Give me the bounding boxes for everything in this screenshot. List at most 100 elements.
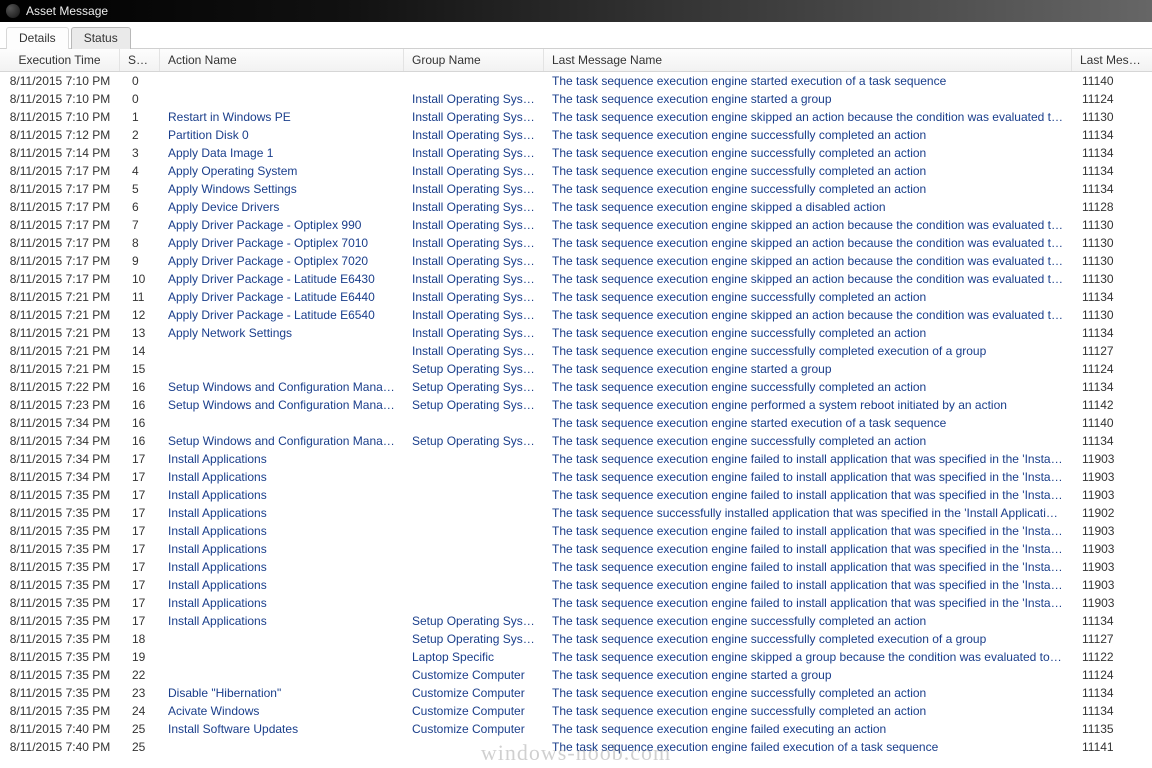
cell-last-message-id: 11134 (1072, 432, 1152, 450)
table-row[interactable]: 8/11/2015 7:35 PM23Disable "Hibernation"… (0, 684, 1152, 702)
cell-group-name: Install Operating System (404, 108, 544, 126)
table-row[interactable]: 8/11/2015 7:35 PM17Install ApplicationsT… (0, 540, 1152, 558)
table-row[interactable]: 8/11/2015 7:34 PM16Setup Windows and Con… (0, 432, 1152, 450)
table-row[interactable]: 8/11/2015 7:21 PM12Apply Driver Package … (0, 306, 1152, 324)
cell-execution-time: 8/11/2015 7:22 PM (0, 378, 120, 396)
cell-action-name: Acivate Windows (160, 702, 404, 720)
table-row[interactable]: 8/11/2015 7:14 PM3Apply Data Image 1Inst… (0, 144, 1152, 162)
table-row[interactable]: 8/11/2015 7:10 PM0Install Operating Syst… (0, 90, 1152, 108)
cell-execution-time: 8/11/2015 7:10 PM (0, 90, 120, 108)
cell-execution-time: 8/11/2015 7:35 PM (0, 486, 120, 504)
col-header-last-message-id[interactable]: Last Message ID (1072, 49, 1152, 71)
table-row[interactable]: 8/11/2015 7:17 PM8Apply Driver Package -… (0, 234, 1152, 252)
table-row[interactable]: 8/11/2015 7:21 PM14Install Operating Sys… (0, 342, 1152, 360)
table-row[interactable]: 8/11/2015 7:21 PM11Apply Driver Package … (0, 288, 1152, 306)
cell-group-name: Customize Computer (404, 720, 544, 738)
cell-last-message-id: 11134 (1072, 180, 1152, 198)
table-row[interactable]: 8/11/2015 7:35 PM17Install ApplicationsT… (0, 558, 1152, 576)
table-row[interactable]: 8/11/2015 7:34 PM17Install ApplicationsT… (0, 450, 1152, 468)
col-header-execution-time[interactable]: Execution Time (0, 49, 120, 71)
cell-last-message-id: 11142 (1072, 396, 1152, 414)
cell-action-name: Setup Windows and Configuration Manager (160, 432, 404, 450)
cell-last-message: The task sequence execution engine faile… (544, 486, 1072, 504)
cell-last-message: The task sequence execution engine skipp… (544, 108, 1072, 126)
cell-action-name: Disable "Hibernation" (160, 684, 404, 702)
cell-step: 17 (120, 576, 160, 594)
grid-body[interactable]: 8/11/2015 7:10 PM0The task sequence exec… (0, 72, 1152, 756)
table-row[interactable]: 8/11/2015 7:17 PM7Apply Driver Package -… (0, 216, 1152, 234)
table-row[interactable]: 8/11/2015 7:35 PM22Customize ComputerThe… (0, 666, 1152, 684)
cell-last-message-id: 11130 (1072, 306, 1152, 324)
cell-step: 17 (120, 504, 160, 522)
cell-group-name: Laptop Specific (404, 648, 544, 666)
cell-group-name: Setup Operating System (404, 612, 544, 630)
table-row[interactable]: 8/11/2015 7:35 PM17Install ApplicationsS… (0, 612, 1152, 630)
cell-step: 13 (120, 324, 160, 342)
cell-step: 16 (120, 378, 160, 396)
table-row[interactable]: 8/11/2015 7:22 PM16Setup Windows and Con… (0, 378, 1152, 396)
cell-execution-time: 8/11/2015 7:21 PM (0, 360, 120, 378)
cell-execution-time: 8/11/2015 7:35 PM (0, 558, 120, 576)
table-row[interactable]: 8/11/2015 7:17 PM6Apply Device DriversIn… (0, 198, 1152, 216)
col-header-group-name[interactable]: Group Name (404, 49, 544, 71)
cell-group-name: Install Operating System (404, 270, 544, 288)
cell-last-message-id: 11134 (1072, 144, 1152, 162)
cell-last-message: The task sequence execution engine faile… (544, 450, 1072, 468)
cell-action-name: Install Applications (160, 594, 404, 612)
table-row[interactable]: 8/11/2015 7:40 PM25Install Software Upda… (0, 720, 1152, 738)
cell-action-name: Install Applications (160, 468, 404, 486)
cell-action-name: Apply Driver Package - Optiplex 990 (160, 216, 404, 234)
table-row[interactable]: 8/11/2015 7:35 PM19Laptop SpecificThe ta… (0, 648, 1152, 666)
cell-group-name: Setup Operating System (404, 432, 544, 450)
table-row[interactable]: 8/11/2015 7:34 PM17Install ApplicationsT… (0, 468, 1152, 486)
table-row[interactable]: 8/11/2015 7:35 PM17Install ApplicationsT… (0, 486, 1152, 504)
cell-step: 1 (120, 108, 160, 126)
cell-last-message: The task sequence execution engine succe… (544, 684, 1072, 702)
table-row[interactable]: 8/11/2015 7:10 PM0The task sequence exec… (0, 72, 1152, 90)
table-row[interactable]: 8/11/2015 7:23 PM16Setup Windows and Con… (0, 396, 1152, 414)
table-row[interactable]: 8/11/2015 7:35 PM24Acivate WindowsCustom… (0, 702, 1152, 720)
table-row[interactable]: 8/11/2015 7:35 PM18Setup Operating Syste… (0, 630, 1152, 648)
table-row[interactable]: 8/11/2015 7:12 PM2Partition Disk 0Instal… (0, 126, 1152, 144)
tab-details[interactable]: Details (6, 27, 69, 49)
cell-last-message: The task sequence execution engine succe… (544, 126, 1072, 144)
cell-execution-time: 8/11/2015 7:23 PM (0, 396, 120, 414)
cell-group-name (404, 486, 544, 504)
table-row[interactable]: 8/11/2015 7:17 PM10Apply Driver Package … (0, 270, 1152, 288)
cell-action-name: Apply Driver Package - Latitude E6540 (160, 306, 404, 324)
cell-execution-time: 8/11/2015 7:35 PM (0, 594, 120, 612)
cell-last-message-id: 11903 (1072, 558, 1152, 576)
cell-action-name (160, 630, 404, 648)
table-row[interactable]: 8/11/2015 7:17 PM4Apply Operating System… (0, 162, 1152, 180)
cell-group-name: Install Operating System (404, 342, 544, 360)
cell-action-name: Install Software Updates (160, 720, 404, 738)
table-row[interactable]: 8/11/2015 7:35 PM17Install ApplicationsT… (0, 576, 1152, 594)
col-header-action-name[interactable]: Action Name (160, 49, 404, 71)
col-header-last-message[interactable]: Last Message Name (544, 49, 1072, 71)
table-row[interactable]: 8/11/2015 7:17 PM9Apply Driver Package -… (0, 252, 1152, 270)
cell-action-name: Restart in Windows PE (160, 108, 404, 126)
table-row[interactable]: 8/11/2015 7:21 PM15Setup Operating Syste… (0, 360, 1152, 378)
tab-status[interactable]: Status (71, 27, 131, 49)
table-row[interactable]: 8/11/2015 7:35 PM17Install ApplicationsT… (0, 594, 1152, 612)
tabstrip: Details Status (0, 22, 1152, 49)
cell-execution-time: 8/11/2015 7:35 PM (0, 576, 120, 594)
cell-action-name (160, 738, 404, 756)
cell-step: 22 (120, 666, 160, 684)
cell-last-message-id: 11128 (1072, 198, 1152, 216)
cell-last-message: The task sequence execution engine faile… (544, 558, 1072, 576)
col-header-step[interactable]: Step▲ (120, 49, 160, 71)
cell-execution-time: 8/11/2015 7:10 PM (0, 72, 120, 90)
table-row[interactable]: 8/11/2015 7:35 PM17Install ApplicationsT… (0, 522, 1152, 540)
table-row[interactable]: 8/11/2015 7:40 PM25The task sequence exe… (0, 738, 1152, 756)
table-row[interactable]: 8/11/2015 7:21 PM13Apply Network Setting… (0, 324, 1152, 342)
cell-last-message: The task sequence execution engine succe… (544, 342, 1072, 360)
table-row[interactable]: 8/11/2015 7:34 PM16The task sequence exe… (0, 414, 1152, 432)
cell-execution-time: 8/11/2015 7:17 PM (0, 234, 120, 252)
cell-step: 16 (120, 432, 160, 450)
table-row[interactable]: 8/11/2015 7:10 PM1Restart in Windows PEI… (0, 108, 1152, 126)
cell-execution-time: 8/11/2015 7:34 PM (0, 468, 120, 486)
table-row[interactable]: 8/11/2015 7:17 PM5Apply Windows Settings… (0, 180, 1152, 198)
cell-last-message-id: 11134 (1072, 162, 1152, 180)
table-row[interactable]: 8/11/2015 7:35 PM17Install ApplicationsT… (0, 504, 1152, 522)
